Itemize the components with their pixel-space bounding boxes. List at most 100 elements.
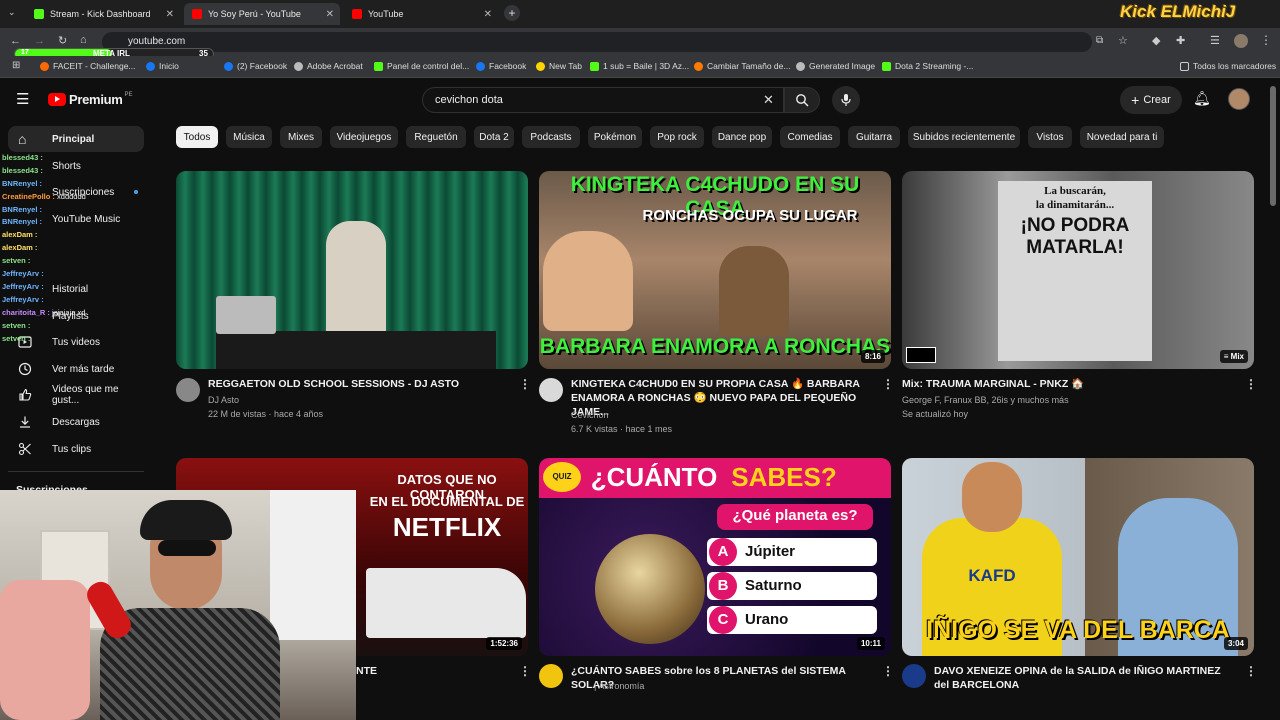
chip[interactable]: Pokémon — [588, 126, 642, 148]
hamburger-menu-icon[interactable]: ☰ — [16, 90, 29, 108]
chat-message: JeffreyArv : — [2, 269, 44, 278]
video-title[interactable]: KINGTEKA C4CHUD0 EN SU PROPIA CASA 🔥 BAR… — [571, 377, 871, 419]
sidebar-item-watch-later[interactable]: Ver más tarde — [8, 356, 144, 382]
channel-name[interactable]: George F, Franux BB, 26is y muchos más — [902, 393, 1069, 407]
kick-channel-brand: Kick ELMichiJ — [1120, 2, 1236, 21]
video-thumbnail[interactable]: QUIZ ¿CUÁNTO SABES? ¿Qué planeta es? A J… — [539, 458, 891, 656]
more-options-icon[interactable]: ⋮ — [882, 377, 894, 391]
close-icon[interactable]: ✕ — [484, 9, 492, 20]
bookmark-item[interactable]: Panel de control del... — [374, 61, 469, 71]
chip[interactable]: Música — [226, 126, 272, 148]
video-thumbnail[interactable]: KAFD IÑIGO SE VA DEL BARCA 3:04 — [902, 458, 1254, 656]
video-title[interactable]: Mix: TRAUMA MARGINAL - PNKZ 🏠 — [902, 377, 1202, 391]
thumbnail-text: ¿Qué planeta es? — [732, 507, 858, 524]
more-options-icon[interactable]: ⋮ — [1245, 377, 1257, 391]
reading-list-icon[interactable]: ☰ — [1210, 34, 1220, 47]
more-options-icon[interactable]: ⋮ — [1245, 664, 1257, 678]
notifications-bell-icon[interactable]: 🔔︎ — [1193, 90, 1211, 107]
voice-search-button[interactable] — [832, 86, 860, 114]
close-icon[interactable]: ✕ — [166, 9, 174, 20]
install-app-icon[interactable]: ⧉ — [1096, 35, 1103, 46]
parental-advisory-badge — [906, 347, 936, 363]
chip[interactable]: Pop rock — [650, 126, 704, 148]
bookmark-item[interactable]: FACEIT - Challenge... — [40, 61, 136, 71]
puzzle-extensions-icon[interactable]: ✚ — [1176, 34, 1185, 47]
more-options-icon[interactable]: ⋮ — [519, 377, 531, 391]
chip[interactable]: Guitarra — [848, 126, 900, 148]
chip[interactable]: Mixes — [280, 126, 322, 148]
channel-avatar[interactable] — [902, 664, 926, 688]
chip-todos[interactable]: Todos — [176, 126, 218, 148]
video-title[interactable]: REGGAETON OLD SCHOOL SESSIONS - DJ ASTO — [208, 377, 508, 391]
tab-label: Stream - Kick Dashboard — [50, 9, 151, 19]
bookmark-item[interactable]: Cambiar Tamaño de... — [694, 61, 790, 71]
video-thumbnail[interactable]: La buscarán, la dinamitarán... ¡NO PODRA… — [902, 171, 1254, 369]
url-field[interactable]: youtube.com — [102, 32, 1092, 52]
all-bookmarks[interactable]: Todos los marcadores — [1180, 61, 1276, 71]
clear-search-icon[interactable]: ✕ — [763, 92, 774, 108]
laptop — [216, 296, 276, 334]
chip[interactable]: Subidos recientemente — [908, 126, 1020, 148]
globe-icon — [294, 61, 303, 71]
tab-list-chevron-icon[interactable]: ⌄ — [8, 7, 16, 18]
profile-avatar-icon[interactable] — [1234, 34, 1248, 48]
apps-grid-icon[interactable]: ⊞ — [12, 60, 20, 71]
chat-message: setven : — [2, 321, 31, 330]
bookmark-item[interactable]: Facebook — [476, 61, 526, 71]
channel-avatar[interactable] — [176, 378, 200, 402]
chip[interactable]: Vistos — [1028, 126, 1072, 148]
tab-youtube[interactable]: YouTube ✕ — [344, 3, 498, 25]
sidebar-item-principal[interactable]: ⌂ Principal — [8, 126, 144, 152]
chip[interactable]: Reguetón — [406, 126, 466, 148]
close-icon[interactable]: ✕ — [326, 9, 334, 20]
chip[interactable]: Podcasts — [522, 126, 580, 148]
reload-icon[interactable]: ↻ — [58, 34, 67, 47]
video-title-fragment[interactable]: NTE — [356, 664, 416, 678]
search-button[interactable] — [784, 87, 820, 113]
channel-avatar[interactable] — [539, 378, 563, 402]
sunglasses — [158, 540, 216, 556]
chip[interactable]: Videojuegos — [330, 126, 398, 148]
chip[interactable]: Dota 2 — [474, 126, 514, 148]
bookmark-item[interactable]: (2) Facebook — [224, 61, 287, 71]
tab-kick-dashboard[interactable]: Stream - Kick Dashboard ✕ — [26, 3, 180, 25]
channel-avatar[interactable] — [539, 664, 563, 688]
tab-yo-soy-peru[interactable]: Yo Soy Perú - YouTube ✕ — [184, 3, 340, 25]
chip[interactable]: Comedias — [780, 126, 840, 148]
sidebar-divider — [8, 471, 144, 472]
create-button[interactable]: + Crear — [1120, 86, 1182, 114]
youtube-premium-logo[interactable]: Premium PE — [48, 92, 133, 107]
sidebar-item-liked-videos[interactable]: Videos que me gust... — [8, 382, 144, 408]
bookmark-item[interactable]: Generated Image — [796, 61, 875, 71]
more-options-icon[interactable]: ⋮ — [882, 664, 894, 678]
video-thumbnail[interactable]: KINGTEKA C4CHUDO EN SU CASA RONCHAS OCUP… — [539, 171, 891, 369]
home-icon[interactable]: ⌂ — [80, 34, 87, 46]
back-arrow-icon[interactable]: ← — [10, 35, 21, 47]
bookmark-item[interactable]: 1 sub = Baile | 3D Az... — [590, 61, 689, 71]
bookmark-item[interactable]: Dota 2 Streaming -... — [882, 61, 973, 71]
forward-arrow-icon[interactable]: → — [34, 35, 45, 47]
video-title[interactable]: DAVO XENEIZE OPINA de la SALIDA de IÑIGO… — [934, 664, 1234, 692]
search-input[interactable]: cevichon dota ✕ — [422, 87, 784, 113]
more-options-icon[interactable]: ⋮ — [519, 664, 531, 678]
kick-favicon-icon — [34, 9, 44, 19]
video-thumbnail[interactable] — [176, 171, 528, 369]
new-tab-plus-icon[interactable]: + — [504, 5, 520, 21]
channel-name[interactable]: | Astronomía — [594, 679, 644, 693]
page-scrollbar[interactable] — [1270, 86, 1276, 206]
bookmark-star-icon[interactable]: ☆ — [1118, 34, 1128, 47]
channel-name[interactable]: DJ Asto — [208, 393, 239, 407]
thumbnail-text: BARBARA ENAMORA A RONCHAS — [539, 335, 891, 358]
cruise-ship — [366, 568, 526, 638]
sidebar-item-downloads[interactable]: Descargas — [8, 409, 144, 435]
chip[interactable]: Novedad para ti — [1080, 126, 1164, 148]
bookmark-item[interactable]: New Tab — [536, 61, 582, 71]
browser-menu-icon[interactable]: ⋮ — [1260, 33, 1272, 47]
channel-name[interactable]: Cevichon — [571, 408, 609, 422]
chip[interactable]: Dance pop — [712, 126, 772, 148]
sidebar-item-clips[interactable]: Tus clips — [8, 436, 144, 462]
bookmark-item[interactable]: Inicio — [146, 61, 179, 71]
account-avatar[interactable] — [1228, 88, 1250, 110]
extension-icon[interactable]: ◆ — [1152, 34, 1160, 47]
bookmark-item[interactable]: Adobe Acrobat — [294, 61, 363, 71]
